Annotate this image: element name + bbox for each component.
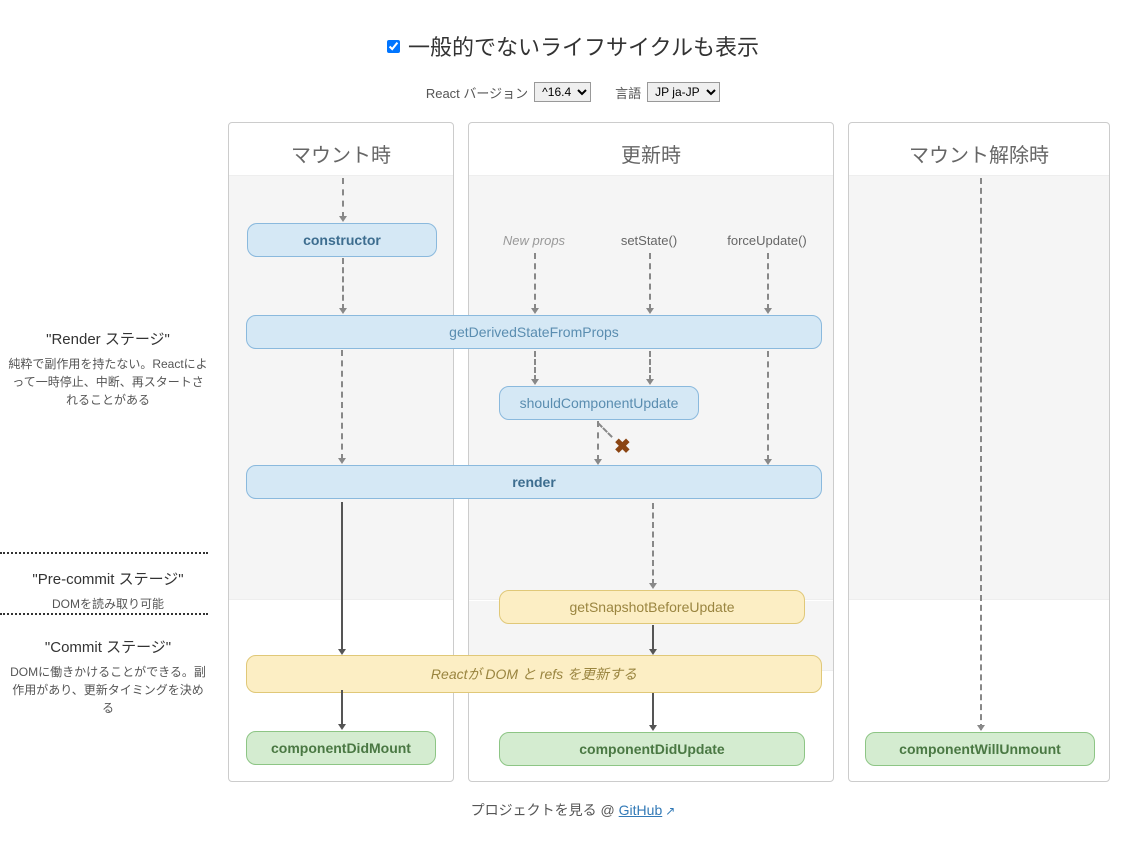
arrow-head-icon: [339, 308, 347, 314]
arrow: [652, 691, 654, 727]
lang-select[interactable]: JP ja-JP: [647, 82, 720, 102]
arrow: [649, 351, 651, 381]
render-box[interactable]: render: [246, 465, 822, 499]
show-uncommon-label: 一般的でないライフサイクルも表示: [408, 30, 759, 62]
arrow-head-icon: [531, 308, 539, 314]
arrow: [652, 625, 654, 651]
commit-stage-label: "Commit ステージ" DOMに働きかけることができる。副作用があり、更新タ…: [8, 636, 208, 717]
arrow: [767, 351, 769, 461]
render-zone-bg: [849, 175, 1109, 600]
footer-text: プロジェクトを見る @: [471, 802, 619, 818]
version-label: React バージョン: [426, 83, 528, 102]
arrow-head-icon: [338, 458, 346, 464]
x-mark-icon: ✖: [614, 434, 631, 459]
arrow: [534, 351, 536, 381]
set-state-label: setState(): [609, 233, 689, 248]
arrow: [341, 690, 343, 726]
arrow: [649, 253, 651, 310]
arrow-head-icon: [649, 725, 657, 731]
cdu-box[interactable]: componentDidUpdate: [499, 732, 805, 766]
render-stage-label: "Render ステージ" 純粋で副作用を持たない。Reactによって一時停止、…: [8, 328, 208, 409]
version-control: React バージョン ^16.4: [426, 82, 591, 102]
arrow: [342, 258, 344, 310]
arrow: [767, 253, 769, 310]
arrow-head-icon: [339, 216, 347, 222]
lang-label: 言語: [615, 83, 641, 102]
arrow: [341, 502, 343, 652]
arrow-head-icon: [338, 724, 346, 730]
cdm-box[interactable]: componentDidMount: [246, 731, 436, 765]
gdsfp-box[interactable]: getDerivedStateFromProps: [246, 315, 822, 349]
external-link-icon: ↗: [665, 804, 675, 818]
gsbu-box[interactable]: getSnapshotBeforeUpdate: [499, 590, 805, 624]
arrow-head-icon: [977, 725, 985, 731]
arrow: [980, 178, 982, 730]
arrow: [652, 503, 654, 585]
show-uncommon-checkbox[interactable]: [387, 40, 400, 53]
version-select[interactable]: ^16.4: [534, 82, 591, 102]
github-link[interactable]: GitHub↗: [619, 802, 676, 818]
precommit-stage-label: "Pre-commit ステージ" DOMを読み取り可能: [8, 568, 208, 613]
arrow: [342, 178, 344, 218]
arrow: [534, 253, 536, 310]
new-props-label: New props: [489, 233, 579, 248]
lang-control: 言語 JP ja-JP: [615, 82, 720, 102]
arrow: [341, 350, 343, 460]
arrow: [597, 421, 599, 461]
arrow-head-icon: [531, 379, 539, 385]
cwu-box[interactable]: componentWillUnmount: [865, 732, 1095, 766]
force-update-label: forceUpdate(): [717, 233, 817, 248]
constructor-box[interactable]: constructor: [247, 223, 437, 257]
arrow-head-icon: [646, 308, 654, 314]
arrow-head-icon: [646, 379, 654, 385]
arrow-head-icon: [764, 308, 772, 314]
divider-2: [0, 613, 208, 615]
react-updates-box: Reactが DOM と refs を更新する: [246, 655, 822, 693]
divider-1: [0, 552, 208, 554]
unmounting-column: マウント解除時 componentWillUnmount: [848, 122, 1110, 782]
arrow-head-icon: [649, 583, 657, 589]
footer: プロジェクトを見る @ GitHub↗: [0, 782, 1146, 838]
scu-box[interactable]: shouldComponentUpdate: [499, 386, 699, 420]
